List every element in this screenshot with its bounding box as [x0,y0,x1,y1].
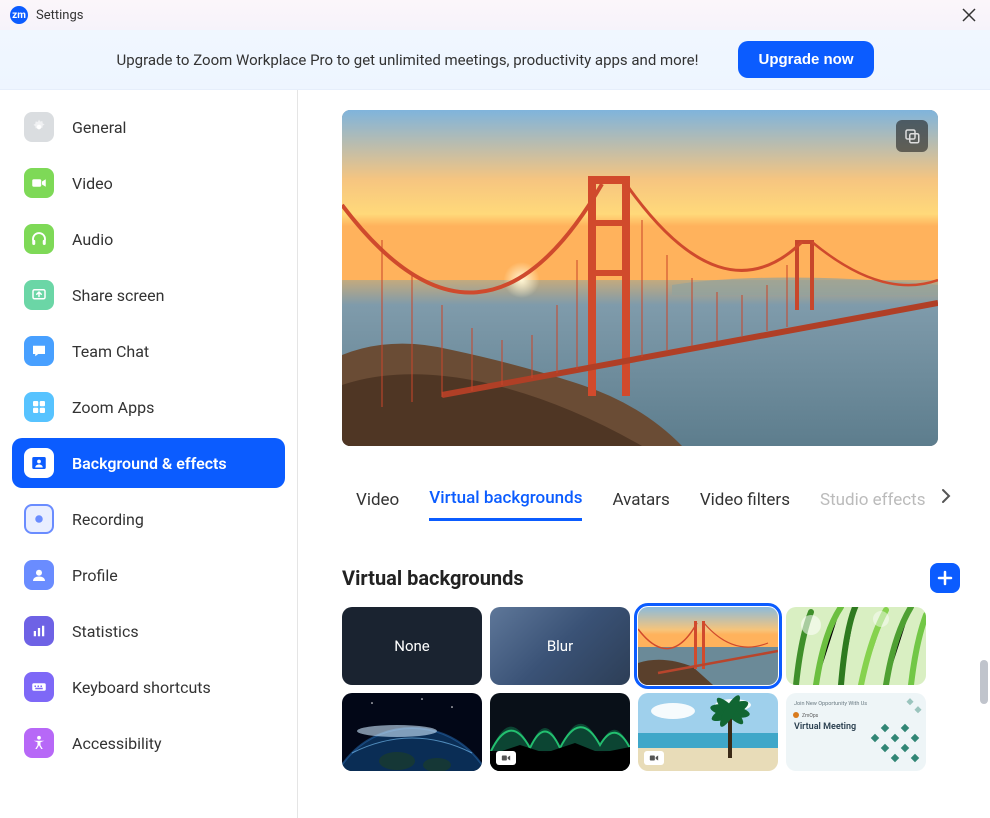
background-option-earth[interactable] [342,693,482,771]
tab-virtual-backgrounds[interactable]: Virtual backgrounds [429,488,582,521]
sidebar-item-label: General [72,118,126,137]
sidebar-item-label: Video [72,174,113,193]
sidebar-item-label: Audio [72,230,113,249]
sidebar-item-label: Share screen [72,286,164,305]
person-icon [24,560,54,590]
sidebar-item-recording[interactable]: Recording [12,494,285,544]
virtual-backgrounds-header: Virtual backgrounds [342,563,960,593]
keyboard-icon [24,672,54,702]
sidebar-item-label: Recording [72,510,144,529]
background-thumbnails: None Blur [342,607,960,771]
sidebar-item-profile[interactable]: Profile [12,550,285,600]
person-badge-icon [24,448,54,478]
background-option-none[interactable]: None [342,607,482,685]
sidebar-item-general[interactable]: General [12,102,285,152]
banner-text: Upgrade to Zoom Workplace Pro to get unl… [117,51,699,69]
plus-icon [937,570,953,586]
svg-text:Virtual Meeting: Virtual Meeting [794,722,856,732]
background-option-beach[interactable] [638,693,778,771]
rotate-camera-button[interactable] [896,120,928,152]
sidebar-item-share-screen[interactable]: Share screen [12,270,285,320]
sidebar-item-background-effects[interactable]: Background & effects [12,438,285,488]
sidebar-item-label: Accessibility [72,734,162,753]
sidebar-item-label: Zoom Apps [72,398,154,417]
svg-text:ZmOps: ZmOps [802,713,819,719]
tab-video[interactable]: Video [356,490,399,520]
sidebar-item-label: Background & effects [72,454,227,473]
sidebar-item-label: Keyboard shortcuts [72,678,211,697]
background-option-virtual-meeting[interactable]: Join New Opportunity With Us ZmOps Virtu… [786,693,926,771]
sidebar-item-label: Profile [72,566,118,585]
sidebar-item-zoom-apps[interactable]: Zoom Apps [12,382,285,432]
tabs-scroll-right-button[interactable] [940,488,952,509]
sidebar-item-audio[interactable]: Audio [12,214,285,264]
zoom-logo-icon: zm [10,6,28,24]
apps-grid-icon [24,392,54,422]
thumb-label-blur: Blur [547,637,573,655]
background-option-blur[interactable]: Blur [490,607,630,685]
video-camera-icon [24,168,54,198]
share-screen-icon [24,280,54,310]
background-option-aurora[interactable] [490,693,630,771]
sidebar-item-video[interactable]: Video [12,158,285,208]
tab-video-filters[interactable]: Video filters [700,490,790,520]
bar-chart-icon [24,616,54,646]
tab-avatars[interactable]: Avatars [612,490,669,520]
close-button[interactable] [956,2,982,28]
headphones-icon [24,224,54,254]
sidebar-item-label: Statistics [72,622,139,641]
sidebar-item-keyboard-shortcuts[interactable]: Keyboard shortcuts [12,662,285,712]
window-title: Settings [36,8,83,23]
background-option-golden-gate[interactable] [638,607,778,685]
content-area: Video Virtual backgrounds Avatars Video … [298,90,990,818]
upgrade-now-button[interactable]: Upgrade now [738,41,873,78]
video-preview [342,110,938,446]
add-background-button[interactable] [930,563,960,593]
titlebar: zm Settings [0,0,990,30]
upgrade-banner: Upgrade to Zoom Workplace Pro to get unl… [0,30,990,90]
video-badge-icon [496,751,516,765]
chevron-right-icon [940,488,952,504]
background-option-grass[interactable] [786,607,926,685]
thumb-label-none: None [394,637,430,655]
sidebar-item-team-chat[interactable]: Team Chat [12,326,285,376]
settings-sidebar: General Video Audio Share screen Team Ch… [0,90,298,818]
sidebar-item-label: Team Chat [72,342,149,361]
svg-text:Join New Opportunity With Us: Join New Opportunity With Us [794,701,867,707]
section-title: Virtual backgrounds [342,566,524,590]
gear-icon [24,112,54,142]
main-area: General Video Audio Share screen Team Ch… [0,90,990,818]
sidebar-item-accessibility[interactable]: Accessibility [12,718,285,768]
close-icon [962,8,976,22]
content-scrollbar-thumb[interactable] [980,660,988,704]
rotate-icon [903,127,921,145]
effects-tabs: Video Virtual backgrounds Avatars Video … [342,488,960,521]
chat-bubble-icon [24,336,54,366]
accessibility-icon [24,728,54,758]
sidebar-item-statistics[interactable]: Statistics [12,606,285,656]
video-badge-icon [644,751,664,765]
tab-studio-effects[interactable]: Studio effects [820,490,926,520]
recording-icon [24,504,54,534]
